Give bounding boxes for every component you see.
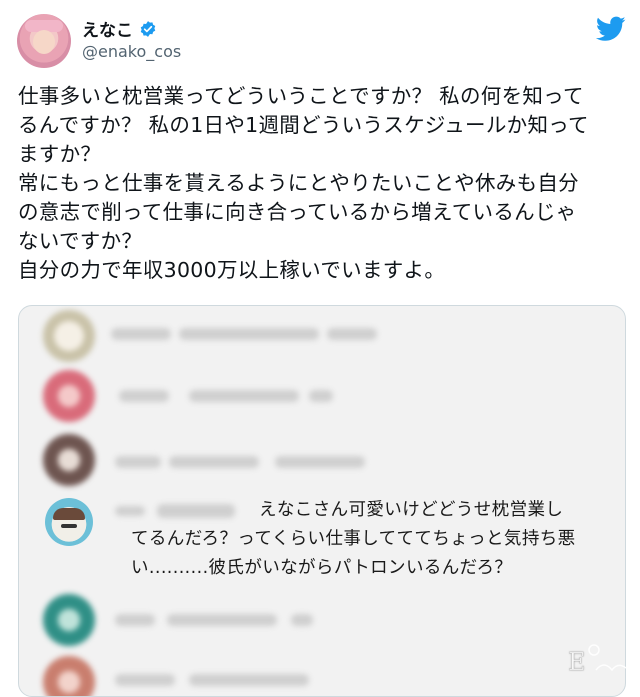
blurred-comment-text bbox=[119, 390, 169, 402]
comment-line: えなこさん可愛いけどどうせ枕営業し bbox=[131, 496, 601, 525]
tweet-line: の意志で削って仕事に向き合っているから増えているんじゃ bbox=[18, 200, 577, 224]
tweet-line: 常にもっと仕事を貰えるようにとやりたいことや休みも自分 bbox=[18, 171, 579, 195]
comment-line-text: えなこさん可愛いけどどうせ枕営業し bbox=[259, 500, 564, 520]
watermark-logo: E bbox=[568, 644, 627, 676]
blurred-comment-text bbox=[309, 390, 333, 402]
avatar-hair bbox=[53, 508, 85, 520]
svg-text:E: E bbox=[568, 648, 586, 676]
tweet-line: るんですか？ 私の1日や1週間どういうスケジュールか知って bbox=[18, 113, 589, 137]
blurred-comment-text bbox=[189, 674, 309, 686]
blurred-comment-text bbox=[179, 328, 319, 340]
highlighted-comment-text: えなこさん可愛いけどどうせ枕営業し てるんだろ？ってくらい仕事してててちょっと気… bbox=[131, 496, 601, 583]
comment-avatar bbox=[43, 370, 95, 422]
comment-avatar bbox=[43, 310, 95, 362]
tweet-line: ますか？ bbox=[18, 142, 102, 166]
blurred-comment-text bbox=[111, 328, 171, 340]
display-name[interactable]: えなこ bbox=[82, 16, 133, 41]
blurred-comment-text bbox=[115, 614, 155, 626]
twitter-bird-icon[interactable] bbox=[596, 16, 626, 42]
blurred-comment-text bbox=[115, 456, 161, 468]
tweet-line: 自分の力で年収3000万以上稼いでいますよ。 bbox=[18, 258, 446, 282]
comment-avatar bbox=[43, 434, 95, 486]
user-handle[interactable]: @enako_cos bbox=[82, 42, 181, 61]
tweet-card: えなこ @enako_cos 仕事多いと枕営業ってどういうことですか？ 私の何を… bbox=[0, 0, 640, 697]
blurred-comment-text bbox=[167, 614, 277, 626]
user-avatar[interactable] bbox=[17, 14, 71, 68]
tweet-line: 仕事多いと枕営業ってどういうことですか？ 私の何を知って bbox=[18, 84, 584, 108]
blurred-comment-text bbox=[291, 614, 313, 626]
comment-line: い..........彼氏がいながらパトロンいるんだろ？ bbox=[131, 558, 513, 578]
blurred-comment-text bbox=[327, 328, 377, 340]
comment-avatar bbox=[43, 656, 95, 696]
blurred-comment-text bbox=[169, 456, 259, 468]
tweet-text: 仕事多いと枕営業ってどういうことですか？ 私の何を知って るんですか？ 私の1日… bbox=[18, 82, 626, 285]
blurred-comment-text bbox=[115, 674, 175, 686]
verified-badge-icon bbox=[140, 20, 156, 37]
comment-avatar-highlighted bbox=[45, 498, 93, 546]
avatar-face bbox=[33, 30, 55, 54]
embedded-screenshot[interactable]: えなこさん可愛いけどどうせ枕営業し てるんだろ？ってくらい仕事してててちょっと気… bbox=[18, 305, 626, 697]
tweet-line: ないですか？ bbox=[18, 229, 143, 253]
comment-avatar bbox=[43, 594, 95, 646]
comment-line: てるんだろ？ってくらい仕事してててちょっと気持ち悪 bbox=[131, 529, 576, 549]
blurred-comment-text bbox=[275, 456, 365, 468]
avatar-eyes bbox=[61, 524, 77, 528]
name-row: えなこ bbox=[82, 16, 157, 41]
blurred-comment-text bbox=[189, 390, 299, 402]
